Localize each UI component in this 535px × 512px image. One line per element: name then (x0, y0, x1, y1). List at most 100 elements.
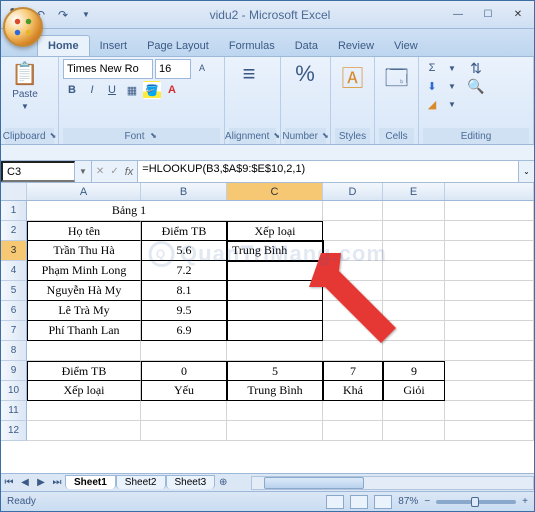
cell-B12[interactable] (141, 421, 227, 441)
cell-B4[interactable]: 7.2 (141, 261, 227, 281)
cell-E6[interactable] (383, 301, 445, 321)
row-header-11[interactable]: 11 (1, 401, 27, 421)
fill-color-button[interactable]: 🪣 (143, 81, 161, 99)
row-header-2[interactable]: 2 (1, 221, 27, 241)
cell-D11[interactable] (323, 401, 383, 421)
border-button[interactable]: ▦ (123, 81, 141, 99)
normal-view-icon[interactable] (326, 495, 344, 509)
cell-C3[interactable]: Trung Bình (227, 241, 323, 261)
grow-font-icon[interactable]: A (193, 59, 211, 77)
cell-E8[interactable] (383, 341, 445, 361)
cell-E7[interactable] (383, 321, 445, 341)
cell-D9[interactable]: 7 (323, 361, 383, 381)
zoom-slider[interactable] (436, 500, 516, 504)
tab-review[interactable]: Review (328, 36, 384, 56)
chevron-down-icon[interactable]: ▼ (443, 77, 461, 95)
cell-E3[interactable] (383, 241, 445, 261)
tab-home[interactable]: Home (37, 35, 90, 56)
cell-E1[interactable] (383, 201, 445, 221)
last-sheet-icon[interactable]: ⏭ (49, 475, 65, 491)
prev-sheet-icon[interactable]: ◀ (17, 475, 33, 491)
chevron-down-icon[interactable]: ▼ (443, 95, 461, 113)
font-family-select[interactable] (63, 59, 153, 79)
cell-B10[interactable]: Yếu (141, 381, 227, 401)
zoom-in-icon[interactable]: + (522, 496, 528, 507)
expand-formula-icon[interactable]: ⌄ (523, 167, 530, 176)
cell-D7[interactable] (323, 321, 383, 341)
paste-button[interactable]: 📋 Paste ▼ (5, 59, 45, 113)
cell-C9[interactable]: 5 (227, 361, 323, 381)
cell-C7[interactable] (227, 321, 323, 341)
row-header-10[interactable]: 10 (1, 381, 27, 401)
row-header-6[interactable]: 6 (1, 301, 27, 321)
tab-view[interactable]: View (384, 36, 428, 56)
cell-D4[interactable] (323, 261, 383, 281)
cells-button[interactable]: 🗔 (379, 59, 414, 101)
select-all-corner[interactable] (1, 183, 27, 200)
close-button[interactable]: ✕ (504, 5, 532, 25)
chevron-down-icon[interactable]: ▼ (443, 59, 461, 77)
col-header-b[interactable]: B (141, 183, 227, 200)
cell-D12[interactable] (323, 421, 383, 441)
cell-A1[interactable]: Bảng 1 (27, 201, 227, 221)
fx-icon[interactable]: fx (125, 166, 134, 178)
cell-C10[interactable]: Trung Bình (227, 381, 323, 401)
number-dialog-icon[interactable]: ⬊ (322, 131, 329, 141)
name-box[interactable] (1, 161, 75, 182)
cell-E12[interactable] (383, 421, 445, 441)
col-header-a[interactable]: A (27, 183, 141, 200)
cell-B9[interactable]: 0 (141, 361, 227, 381)
number-button[interactable]: % (285, 59, 325, 89)
col-header-d[interactable]: D (323, 183, 383, 200)
cell-B3[interactable]: 5.6 (141, 241, 227, 261)
tab-data[interactable]: Data (285, 36, 328, 56)
cell-E4[interactable] (383, 261, 445, 281)
tab-formulas[interactable]: Formulas (219, 36, 285, 56)
cell-B2[interactable]: Điểm TB (141, 221, 227, 241)
cell-E11[interactable] (383, 401, 445, 421)
cell-E9[interactable]: 9 (383, 361, 445, 381)
cell-A4[interactable]: Phạm Minh Long (27, 261, 141, 281)
cell-E10[interactable]: Giỏi (383, 381, 445, 401)
cell-B11[interactable] (141, 401, 227, 421)
row-header-8[interactable]: 8 (1, 341, 27, 361)
cell-D6[interactable] (323, 301, 383, 321)
cell-A8[interactable] (27, 341, 141, 361)
next-sheet-icon[interactable]: ▶ (33, 475, 49, 491)
cell-D2[interactable] (323, 221, 383, 241)
cell-D1[interactable] (323, 201, 383, 221)
cell-C11[interactable] (227, 401, 323, 421)
row-header-9[interactable]: 9 (1, 361, 27, 381)
cell-A10[interactable]: Xếp loại (27, 381, 141, 401)
row-header-12[interactable]: 12 (1, 421, 27, 441)
tab-page-layout[interactable]: Page Layout (137, 36, 219, 56)
redo-icon[interactable]: ↷ (53, 5, 73, 25)
cell-C12[interactable] (227, 421, 323, 441)
cell-B8[interactable] (141, 341, 227, 361)
alignment-button[interactable]: ≡ (229, 59, 269, 89)
cell-C5[interactable] (227, 281, 323, 301)
clear-icon[interactable]: ◢ (423, 95, 441, 113)
zoom-level[interactable]: 87% (398, 496, 418, 507)
italic-button[interactable]: I (83, 81, 101, 99)
accept-formula-icon[interactable]: ✓ (110, 166, 118, 177)
maximize-button[interactable]: ☐ (474, 5, 502, 25)
cell-D3[interactable] (323, 241, 383, 261)
bold-button[interactable]: B (63, 81, 81, 99)
cell-D8[interactable] (323, 341, 383, 361)
alignment-dialog-icon[interactable]: ⬊ (273, 131, 280, 141)
zoom-out-icon[interactable]: − (424, 496, 430, 507)
styles-button[interactable]: 🄰 (335, 59, 370, 95)
page-break-view-icon[interactable] (374, 495, 392, 509)
cell-A6[interactable]: Lê Trà My (27, 301, 141, 321)
namebox-dropdown-icon[interactable]: ▼ (79, 167, 87, 176)
fill-icon[interactable]: ⬇ (423, 77, 441, 95)
cell-A9[interactable]: Điểm TB (27, 361, 141, 381)
first-sheet-icon[interactable]: ⏮ (1, 475, 17, 491)
minimize-button[interactable]: — (444, 5, 472, 25)
cell-A11[interactable] (27, 401, 141, 421)
row-header-1[interactable]: 1 (1, 201, 27, 221)
cell-E2[interactable] (383, 221, 445, 241)
font-color-button[interactable]: A (163, 81, 181, 99)
cancel-formula-icon[interactable]: ✕ (96, 166, 104, 177)
